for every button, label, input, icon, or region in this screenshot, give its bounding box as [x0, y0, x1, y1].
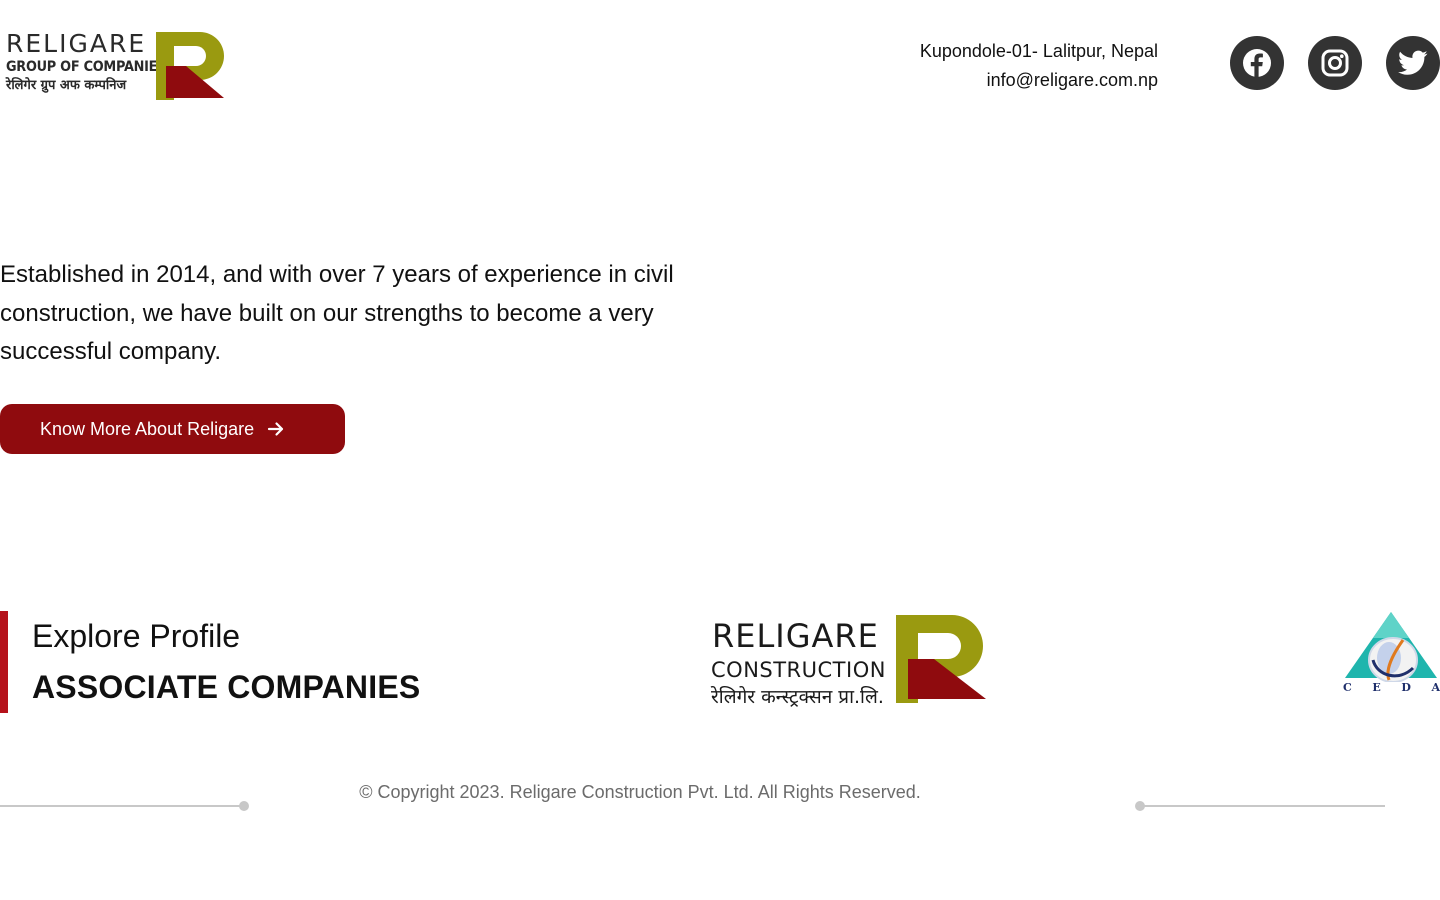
copyright-text: © Copyright 2023. Religare Construction … [359, 782, 921, 802]
logo-subline: GROUP OF COMPANIES [6, 59, 167, 75]
know-more-label: Know More About Religare [40, 418, 255, 439]
associates-title: ASSOCIATE COMPANIES [32, 669, 421, 705]
associates-eyebrow: Explore Profile [32, 618, 241, 654]
ceda-letter: C [1343, 681, 1352, 694]
footer-divider-left [0, 805, 242, 807]
email-link[interactable]: info@religare.com.np [920, 66, 1158, 95]
contact-info: Kupondole-01- Lalitpur, Nepal info@relig… [920, 37, 1158, 95]
ceda-triangle-icon [1345, 612, 1437, 683]
facebook-icon [1243, 49, 1271, 77]
arrow-right-icon [266, 419, 286, 439]
ceda-letter: E [1372, 681, 1381, 694]
twitter-button[interactable] [1386, 36, 1440, 90]
page: RELIGARE GROUP OF COMPANIES रेलिगेर ग्रु… [0, 0, 1440, 900]
rc-logo-line2: CONSTRUCTION [711, 658, 886, 682]
accent-bar [0, 611, 8, 713]
logo-nepali-line: रेलिगेर ग्रुप अफ कम्पनिज [6, 78, 127, 93]
ceda-letters: C E D A [1343, 681, 1440, 694]
rc-logo-line1: RELIGARE [712, 617, 879, 655]
intro-paragraph: Established in 2014, and with over 7 yea… [0, 261, 674, 365]
know-more-button[interactable]: Know More About Religare [0, 404, 345, 454]
instagram-button[interactable] [1308, 36, 1362, 90]
facebook-button[interactable] [1230, 36, 1284, 90]
rc-r-mark-icon [896, 615, 986, 703]
ceda-letter: A [1431, 681, 1440, 694]
religare-group-logo[interactable]: RELIGARE GROUP OF COMPANIES रेलिगेर ग्रु… [4, 30, 228, 100]
footer-divider-right [1140, 805, 1385, 807]
logo-r-mark-icon [156, 32, 224, 100]
ceda-letter: D [1401, 681, 1411, 694]
ceda-logo[interactable]: C E D A [1343, 610, 1440, 696]
religare-construction-logo[interactable]: RELIGARE CONSTRUCTION रेलिगेर कन्स्ट्रक्… [708, 612, 992, 714]
instagram-icon [1321, 49, 1349, 77]
rc-logo-line3: रेलिगेर कन्स्ट्रक्सन प्रा.लि. [711, 686, 884, 708]
twitter-icon [1398, 50, 1428, 75]
logo-wordmark: RELIGARE [6, 29, 147, 58]
address-text: Kupondole-01- Lalitpur, Nepal [919, 41, 1158, 61]
